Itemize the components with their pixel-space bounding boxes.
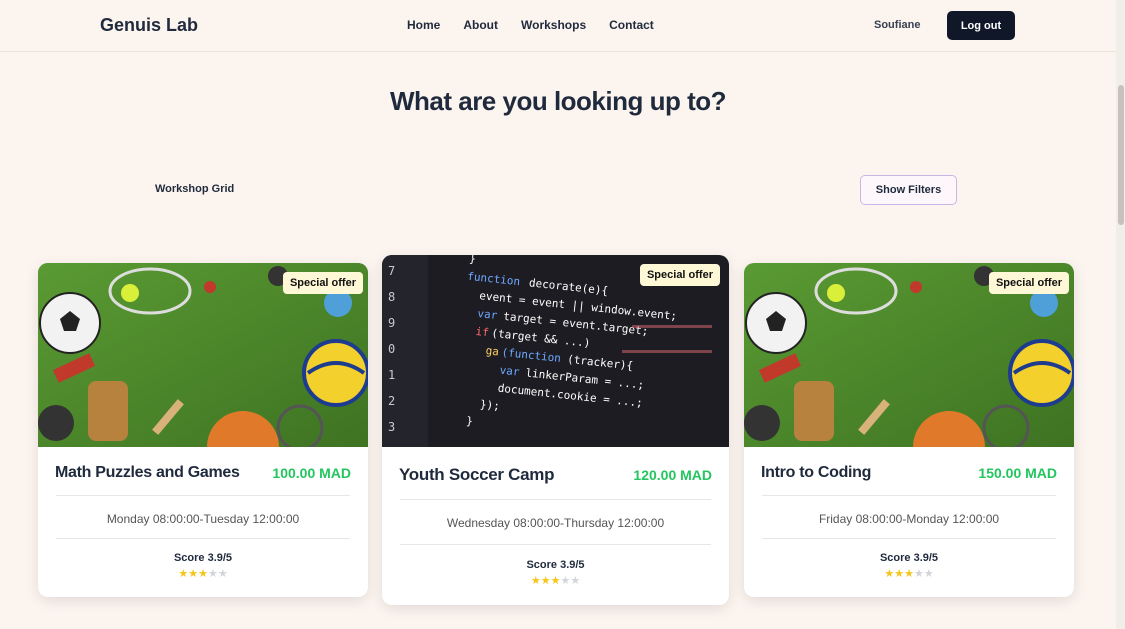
logout-button[interactable]: Log out <box>947 11 1015 40</box>
star-icon: ★ <box>530 575 541 587</box>
card-title[interactable]: Math Puzzles and Games <box>55 464 240 482</box>
star-icon: ★ <box>188 568 199 580</box>
svg-text:});: }); <box>479 398 500 413</box>
star-icon: ★ <box>198 568 208 580</box>
workshop-card[interactable]: 789 0123 } function decorate(e){ event = … <box>382 255 729 605</box>
star-icon: ★ <box>178 568 189 580</box>
card-price: 120.00 MAD <box>633 467 712 483</box>
svg-text:}: } <box>466 414 474 428</box>
card-title[interactable]: Intro to Coding <box>761 464 871 482</box>
card-schedule: Wednesday 08:00:00-Thursday 12:00:00 <box>446 516 665 530</box>
star-icon: ★ <box>540 575 551 587</box>
star-icon: ★ <box>570 575 581 587</box>
top-navbar: Genuis Lab Home About Workshops Contact … <box>0 0 1116 52</box>
svg-text:9: 9 <box>388 316 395 330</box>
divider <box>400 544 711 545</box>
card-schedule: Friday 08:00:00-Monday 12:00:00 <box>818 512 1000 526</box>
show-filters-button[interactable]: Show Filters <box>860 175 957 205</box>
card-title-row: Youth Soccer Camp 120.00 MAD <box>399 465 712 485</box>
star-icon: ★ <box>217 568 228 580</box>
star-icon: ★ <box>923 568 934 580</box>
nav-link-about[interactable]: About <box>463 18 498 32</box>
star-icon: ★ <box>904 568 914 580</box>
svg-text:ga: ga <box>485 344 500 358</box>
card-score: Score 3.9/5 <box>879 552 939 564</box>
svg-text:3: 3 <box>388 420 395 434</box>
svg-text:var: var <box>499 364 520 379</box>
card-schedule: Monday 08:00:00-Tuesday 12:00:00 <box>106 512 300 526</box>
site-logo[interactable]: Genuis Lab <box>100 15 198 36</box>
card-price: 100.00 MAD <box>272 465 351 481</box>
svg-text:7: 7 <box>388 264 395 278</box>
divider <box>56 495 350 496</box>
special-offer-badge: Special offer <box>282 272 363 294</box>
card-title-row: Intro to Coding 150.00 MAD <box>761 464 1057 482</box>
card-title-row: Math Puzzles and Games 100.00 MAD <box>55 464 351 482</box>
star-rating: ★★★★★ <box>382 574 729 587</box>
svg-text:0: 0 <box>388 342 395 356</box>
page-scrollbar[interactable] <box>1116 0 1125 629</box>
svg-text:1: 1 <box>388 368 395 382</box>
user-name[interactable]: Soufiane <box>874 19 920 31</box>
workshop-card[interactable]: Special offer Math Puzzles and Games 100… <box>38 263 368 597</box>
star-rating: ★★★★★ <box>38 567 368 580</box>
workshop-card[interactable]: Special offer Intro to Coding 150.00 MAD… <box>744 263 1074 597</box>
svg-text:8: 8 <box>388 290 395 304</box>
card-score: Score 3.9/5 <box>173 552 233 564</box>
special-offer-badge: Special offer <box>639 264 720 286</box>
scrollbar-thumb[interactable] <box>1118 85 1124 225</box>
card-score: Score 3.9/5 <box>526 559 585 571</box>
nav-link-home[interactable]: Home <box>407 18 440 32</box>
nav-link-workshops[interactable]: Workshops <box>521 18 586 32</box>
page-headline: What are you looking up to? <box>389 86 727 116</box>
svg-text:var: var <box>477 307 498 322</box>
card-price: 150.00 MAD <box>978 465 1057 481</box>
svg-text:if: if <box>475 325 490 339</box>
special-offer-badge: Special offer <box>988 272 1069 294</box>
divider <box>762 495 1056 496</box>
divider <box>762 538 1056 539</box>
star-icon: ★ <box>560 575 571 587</box>
card-title[interactable]: Youth Soccer Camp <box>399 465 554 485</box>
nav-link-contact[interactable]: Contact <box>609 18 654 32</box>
star-icon: ★ <box>913 568 924 580</box>
star-icon: ★ <box>884 568 895 580</box>
nav-links: Home About Workshops Contact <box>407 18 654 32</box>
star-icon: ★ <box>894 568 905 580</box>
divider <box>56 538 350 539</box>
star-icon: ★ <box>550 575 561 587</box>
svg-text:2: 2 <box>388 394 395 408</box>
workshop-grid-label: Workshop Grid <box>155 183 235 195</box>
divider <box>400 499 711 500</box>
star-rating: ★★★★★ <box>744 567 1074 580</box>
star-icon: ★ <box>207 568 218 580</box>
